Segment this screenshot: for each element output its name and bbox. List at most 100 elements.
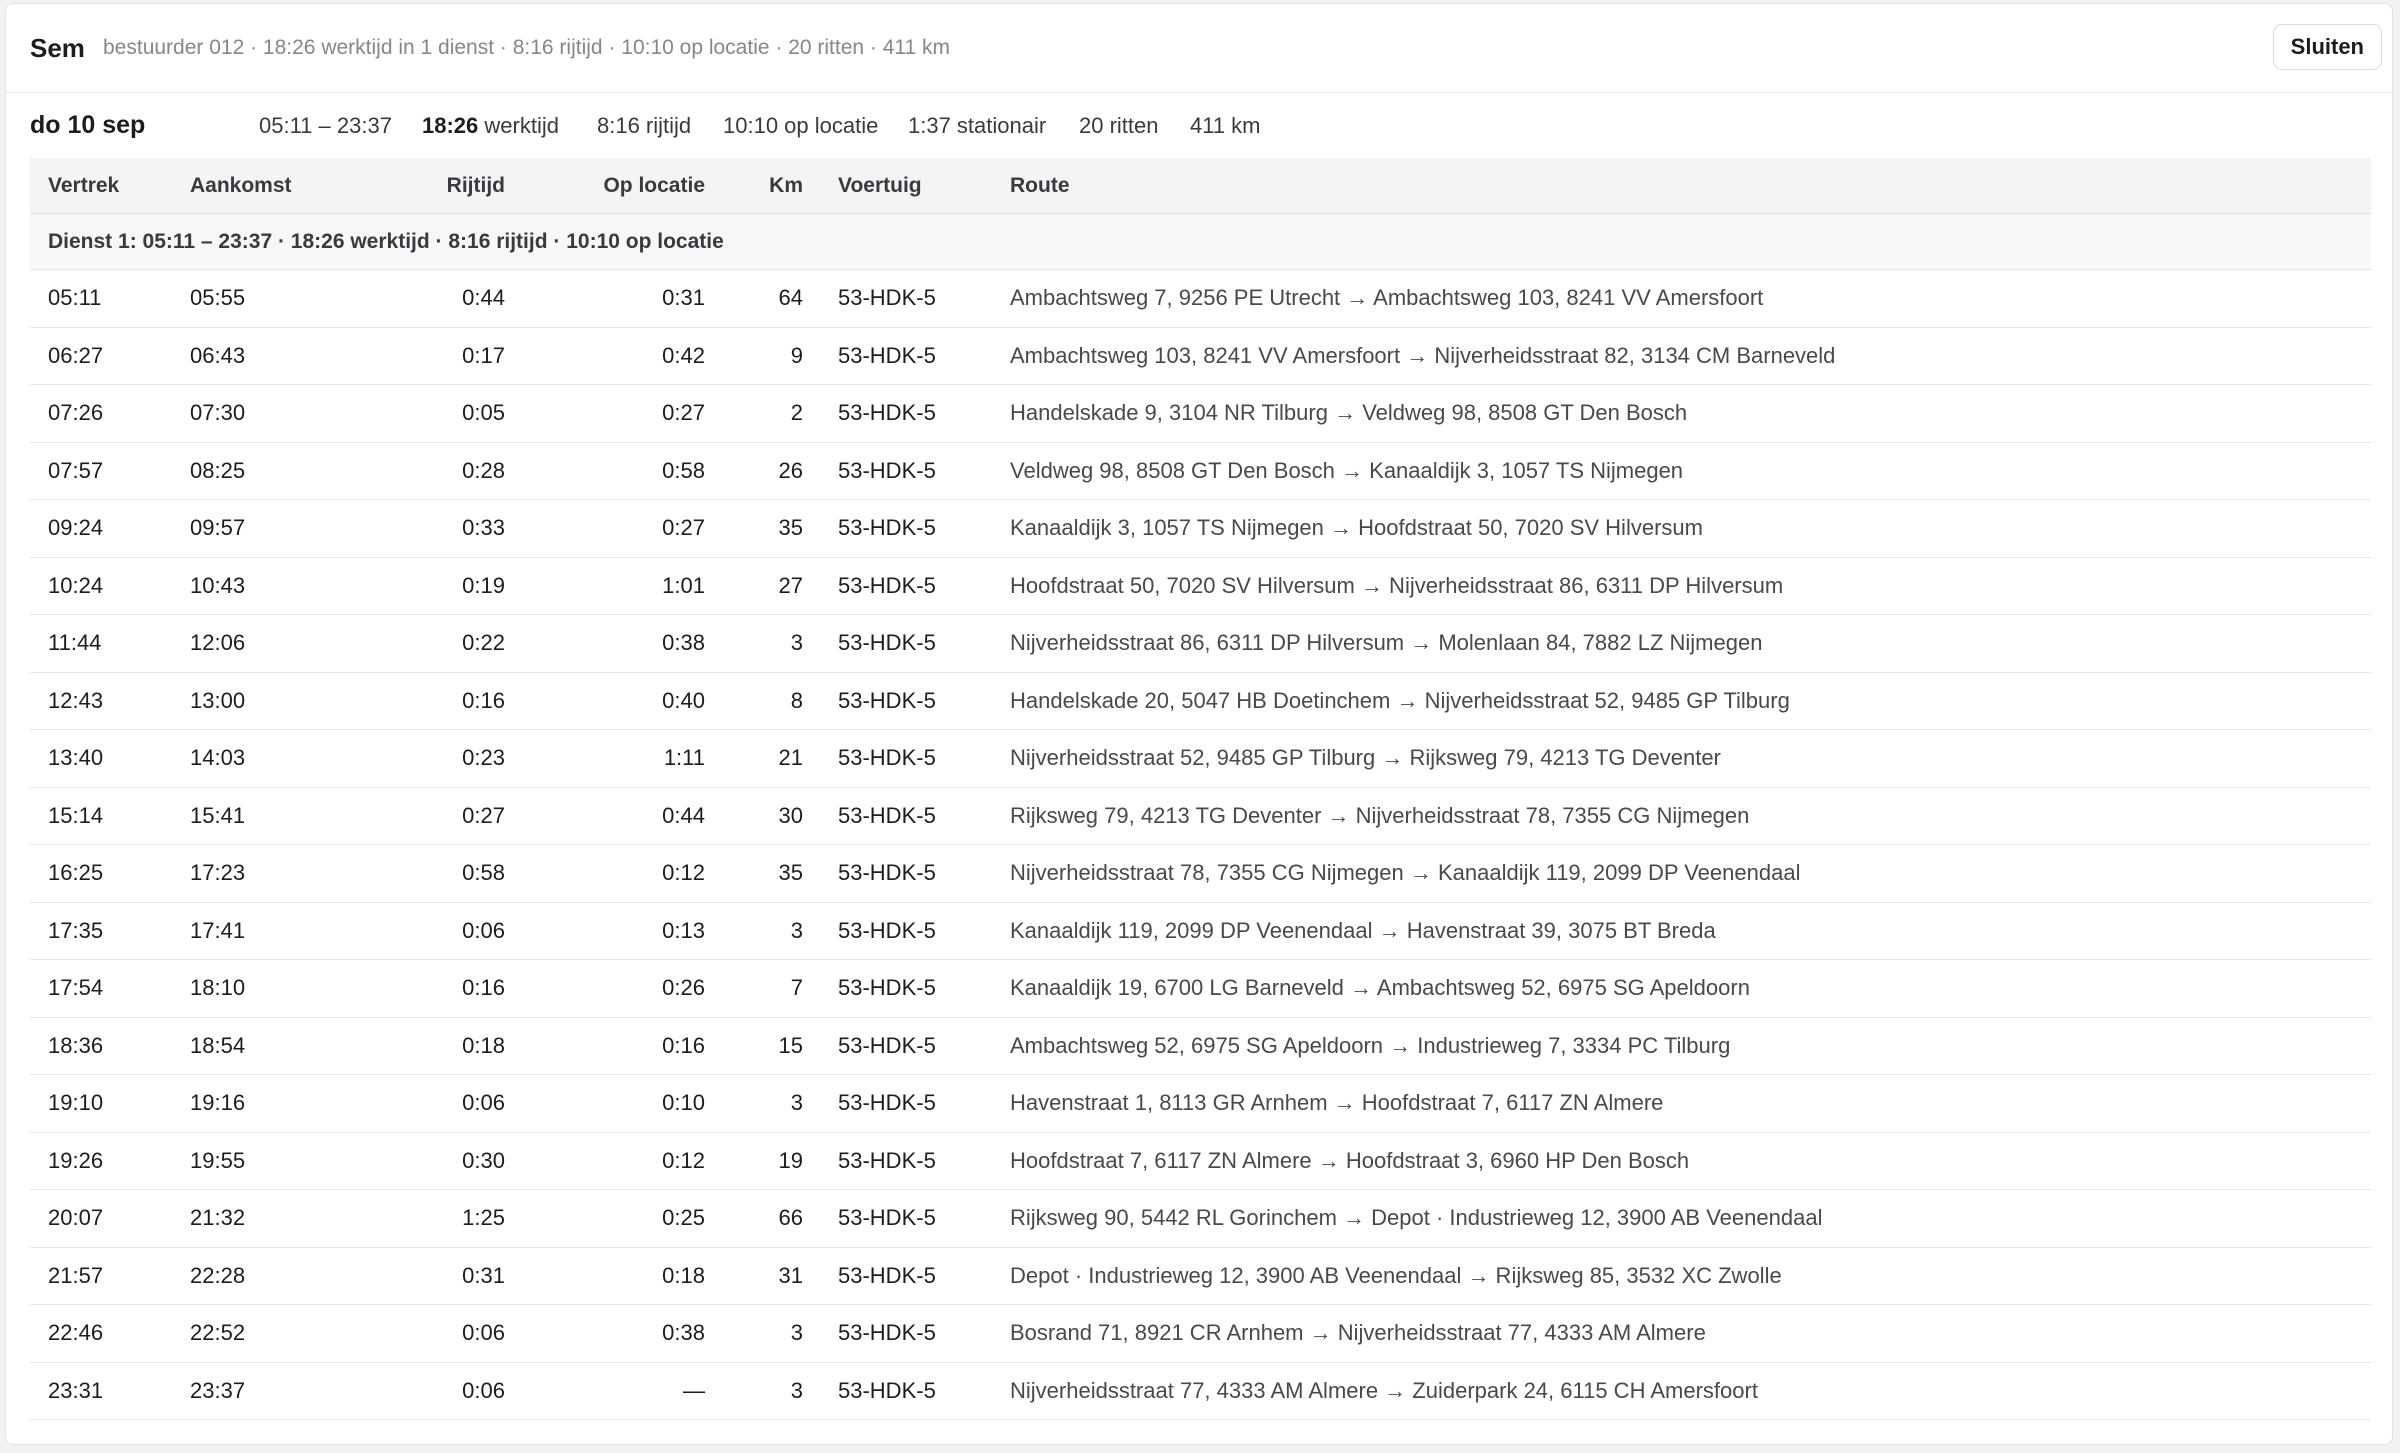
table-row[interactable]: 12:43 13:00 0:16 0:40 8 53-HDK-5 Handelskade 2… [30,672,2371,730]
day-trip-count: 20 ritten [1079,113,1159,138]
cell-route: Nijverheidsstraat 77, 4333 AM Almere → Z… [1010,1362,2371,1420]
table-row[interactable]: 19:10 19:16 0:06 0:10 3 53-HDK-5 Havenstraat 1… [30,1074,2371,1133]
cell-departure: 11:44 [30,614,190,673]
column-header-vertrek[interactable]: Vertrek [30,158,190,214]
cell-route: Rijksweg 79, 4213 TG Deventer → Nijverhe… [1010,787,2371,845]
cell-vehicle: 53-HDK-5 [803,269,1010,328]
cell-km: 35 [705,844,803,903]
table-row[interactable]: 20:07 21:32 1:25 0:25 66 53-HDK-5 Rijksweg 90,… [30,1189,2371,1248]
cell-departure: 07:57 [30,442,190,500]
column-header-km[interactable]: Km [705,158,803,214]
driver-summary: bestuurder 012 · 18:26 werktijd in 1 die… [103,36,951,59]
table-row[interactable]: 05:11 05:55 0:44 0:31 64 53-HDK-5 Ambachtsweg … [30,269,2371,328]
cell-location-time: 0:27 [505,384,705,443]
cell-km: 66 [705,1189,803,1248]
cell-departure: 21:57 [30,1247,190,1305]
cell-location-time: 0:44 [505,787,705,845]
cell-arrival: 18:10 [190,959,397,1018]
table-row[interactable]: 21:57 22:28 0:31 0:18 31 53-HDK-5 Depot · Indu… [30,1247,2371,1305]
cell-location-time: 0:10 [505,1074,705,1133]
table-row[interactable]: 23:31 23:37 0:06—3 53-HDK-5 Nijverheidsstraa… [30,1362,2371,1420]
column-header-route[interactable]: Route [1010,158,2371,214]
cell-departure: 07:26 [30,384,190,443]
cell-vehicle: 53-HDK-5 [803,614,1010,673]
trips-table: Vertrek Aankomst Rijtijd Op locatie Km V… [30,158,2371,1420]
cell-departure: 22:46 [30,1304,190,1363]
cell-vehicle: 53-HDK-5 [803,959,1010,1018]
table-row[interactable]: 11:44 12:06 0:22 0:38 3 53-HDK-5 Nijverheidsst… [30,614,2371,673]
cell-arrival: 22:28 [190,1247,397,1305]
cell-drive-time: 0:27 [397,787,505,845]
cell-departure: 19:10 [30,1074,190,1133]
table-row[interactable]: 18:36 18:54 0:18 0:16 15 53-HDK-5 Ambachtsweg … [30,1017,2371,1075]
table-row[interactable]: 09:24 09:57 0:33 0:27 35 53-HDK-5 Kanaaldijk 3… [30,499,2371,558]
cell-departure: 17:35 [30,902,190,960]
cell-route: Hoofdstraat 7, 6117 ZN Almere → Hoofdstr… [1010,1132,2371,1190]
table-row[interactable]: 06:27 06:43 0:17 0:42 9 53-HDK-5 Ambachtsweg 1… [30,327,2371,385]
cell-departure: 17:54 [30,959,190,1018]
day-worktime: 18:26 werktijd [422,113,559,139]
cell-route: Nijverheidsstraat 78, 7355 CG Nijmegen →… [1010,844,2371,903]
cell-location-time: 0:40 [505,672,705,730]
day-worktime-value: 18:26 [422,113,479,138]
table-row[interactable]: 10:24 10:43 0:19 1:01 27 53-HDK-5 Hoofdstraat … [30,557,2371,615]
day-title: do 10 sep [30,111,146,139]
day-location-time: 10:10 op locatie [723,113,879,138]
cell-route: Rijksweg 90, 5442 RL Gorinchem → Depot ·… [1010,1189,2371,1248]
cell-location-time: 0:42 [505,327,705,385]
table-row[interactable]: 07:26 07:30 0:05 0:27 2 53-HDK-5 Handelskade 9… [30,384,2371,443]
column-header-voertuig[interactable]: Voertuig [803,158,1010,214]
cell-location-time: 0:12 [505,844,705,903]
cell-route: Depot · Industrieweg 12, 3900 AB Veenend… [1010,1247,2371,1305]
cell-route: Bosrand 71, 8921 CR Arnhem → Nijverheids… [1010,1304,2371,1363]
cell-km: 27 [705,557,803,615]
cell-km: 26 [705,442,803,500]
cell-drive-time: 1:25 [397,1189,505,1248]
panel-header: Sem bestuurder 012 · 18:26 werktijd in 1… [6,4,2392,93]
table-row[interactable]: 15:14 15:41 0:27 0:44 30 53-HDK-5 Rijksweg 79,… [30,787,2371,845]
cell-km: 31 [705,1247,803,1305]
column-header-rijtijd[interactable]: Rijtijd [397,158,505,214]
cell-location-time: 0:13 [505,902,705,960]
cell-drive-time: 0:22 [397,614,505,673]
cell-km: 7 [705,959,803,1018]
cell-vehicle: 53-HDK-5 [803,557,1010,615]
cell-vehicle: 53-HDK-5 [803,729,1010,788]
cell-departure: 12:43 [30,672,190,730]
column-header-op-locatie[interactable]: Op locatie [505,158,705,214]
table-row[interactable]: 17:35 17:41 0:06 0:13 3 53-HDK-5 Kanaaldijk 11… [30,902,2371,960]
cell-departure: 13:40 [30,729,190,788]
cell-vehicle: 53-HDK-5 [803,844,1010,903]
cell-departure: 23:31 [30,1362,190,1420]
table-row[interactable]: 16:25 17:23 0:58 0:12 35 53-HDK-5 Nijverheidss… [30,844,2371,903]
cell-arrival: 08:25 [190,442,397,500]
column-header-aankomst[interactable]: Aankomst [190,158,397,214]
cell-location-time: 1:01 [505,557,705,615]
table-row[interactable]: 07:57 08:25 0:28 0:58 26 53-HDK-5 Veldweg 98, … [30,442,2371,500]
cell-km: 3 [705,1304,803,1363]
table-row[interactable]: 22:46 22:52 0:06 0:38 3 53-HDK-5 Bosrand 71, 8… [30,1304,2371,1363]
cell-location-time: 0:12 [505,1132,705,1190]
cell-arrival: 06:43 [190,327,397,385]
cell-arrival: 17:23 [190,844,397,903]
cell-drive-time: 0:23 [397,729,505,788]
cell-location-time: — [505,1362,705,1420]
cell-location-time: 0:16 [505,1017,705,1075]
table-row[interactable]: 17:54 18:10 0:16 0:26 7 53-HDK-5 Kanaaldijk 19… [30,959,2371,1018]
cell-arrival: 10:43 [190,557,397,615]
cell-route: Ambachtsweg 103, 8241 VV Amersfoort → Ni… [1010,327,2371,385]
cell-drive-time: 0:19 [397,557,505,615]
cell-vehicle: 53-HDK-5 [803,787,1010,845]
cell-location-time: 0:38 [505,614,705,673]
table-row[interactable]: 19:26 19:55 0:30 0:12 19 53-HDK-5 Hoofdstraat … [30,1132,2371,1190]
close-button[interactable]: Sluiten [2272,24,2382,70]
cell-arrival: 21:32 [190,1189,397,1248]
cell-arrival: 14:03 [190,729,397,788]
cell-vehicle: 53-HDK-5 [803,327,1010,385]
cell-departure: 20:07 [30,1189,190,1248]
cell-arrival: 22:52 [190,1304,397,1363]
cell-route: Handelskade 20, 5047 HB Doetinchem → Nij… [1010,672,2371,730]
cell-location-time: 0:31 [505,269,705,328]
table-row[interactable]: 13:40 14:03 0:23 1:11 21 53-HDK-5 Nijverheidss… [30,729,2371,788]
cell-drive-time: 0:17 [397,327,505,385]
